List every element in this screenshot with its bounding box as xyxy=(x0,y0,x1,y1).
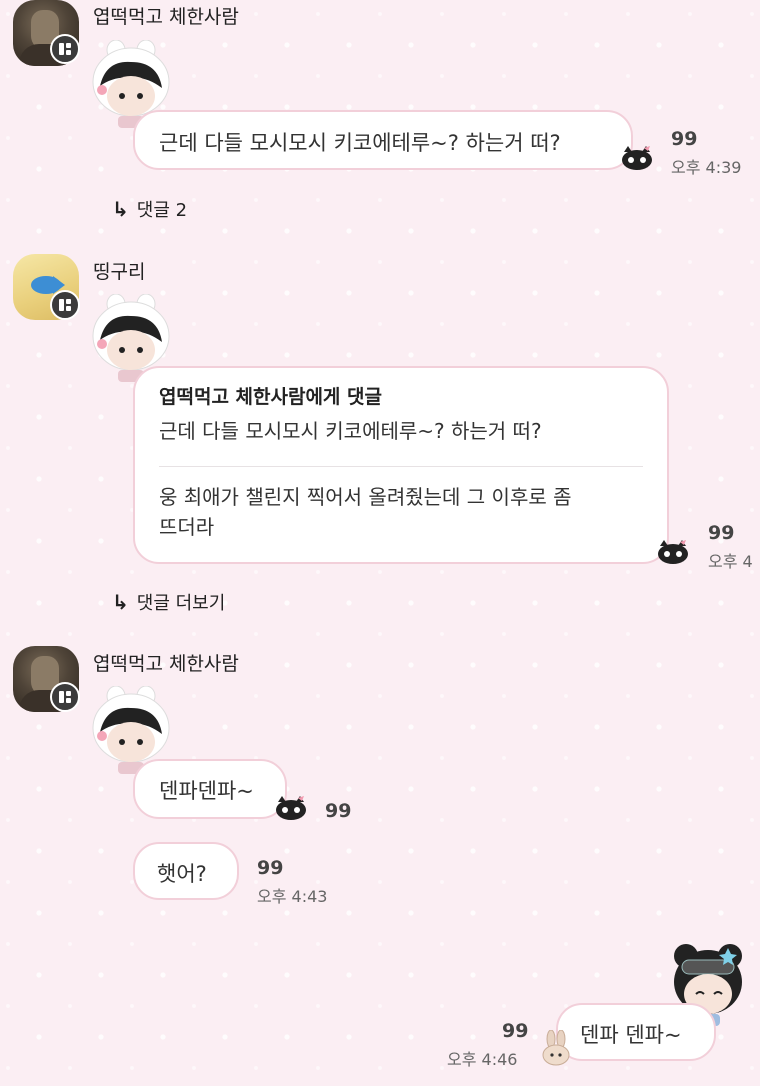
cat-reaction-icon[interactable] xyxy=(620,146,654,170)
cat-reaction-icon[interactable] xyxy=(274,796,308,820)
reply-arrow-icon: ↳ xyxy=(112,590,129,614)
unread-count: 99 xyxy=(708,522,735,544)
message-bubble[interactable]: 덴파덴파~ xyxy=(133,759,287,819)
reply-bubble[interactable]: 엽떡먹고 체한사람에게 댓글 근데 다들 모시모시 키코에테루~? 하는거 떠?… xyxy=(133,366,669,564)
author-name[interactable]: 엽떡먹고 체한사람 xyxy=(93,649,239,676)
unread-count: 99 xyxy=(502,1020,529,1042)
author-name[interactable]: 엽떡먹고 체한사람 xyxy=(93,2,239,29)
quote-text: 근데 다들 모시모시 키코에테루~? 하는거 떠? xyxy=(159,419,542,443)
reply-arrow-icon: ↳ xyxy=(112,197,129,221)
profile-badge-icon xyxy=(50,34,80,64)
timestamp: 오후 4 xyxy=(708,552,753,571)
profile-badge-icon xyxy=(50,682,80,712)
my-message-bubble[interactable]: 덴파 덴파~ xyxy=(556,1003,716,1061)
reply-text-line1: 웅 최애가 챌린지 찍어서 올려줬는데 그 이후로 좀 xyxy=(159,485,572,509)
message-text: 덴파덴파~ xyxy=(159,779,254,803)
quote-title: 엽떡먹고 체한사람에게 댓글 xyxy=(159,386,382,408)
message-text: 덴파 덴파~ xyxy=(580,1023,682,1047)
more-replies-link[interactable]: ↳ 댓글 더보기 xyxy=(112,589,225,615)
cat-reaction-icon[interactable] xyxy=(656,540,690,564)
unread-count: 99 xyxy=(325,800,352,822)
unread-count: 99 xyxy=(257,857,284,879)
reply-text-line2: 뜨더라 xyxy=(159,515,215,539)
profile-badge-icon xyxy=(50,290,80,320)
timestamp: 오후 4:43 xyxy=(257,887,328,906)
message-bubble[interactable]: 근데 다들 모시모시 키코에테루~? 하는거 떠? xyxy=(133,110,633,170)
message-bubble[interactable]: 햇어? xyxy=(133,842,239,900)
quote-divider xyxy=(159,466,643,467)
bunny-reaction-icon[interactable] xyxy=(541,1030,571,1066)
message-text: 근데 다들 모시모시 키코에테루~? 하는거 떠? xyxy=(159,131,561,155)
timestamp: 오후 4:39 xyxy=(671,158,742,177)
more-replies-label: 댓글 더보기 xyxy=(136,593,226,614)
unread-count: 99 xyxy=(671,128,698,150)
replies-link[interactable]: ↳ 댓글 2 xyxy=(112,196,187,222)
message-text: 햇어? xyxy=(157,862,207,886)
replies-label: 댓글 2 xyxy=(136,200,188,221)
timestamp: 오후 4:46 xyxy=(447,1050,518,1069)
author-name[interactable]: 띵구리 xyxy=(93,257,145,284)
